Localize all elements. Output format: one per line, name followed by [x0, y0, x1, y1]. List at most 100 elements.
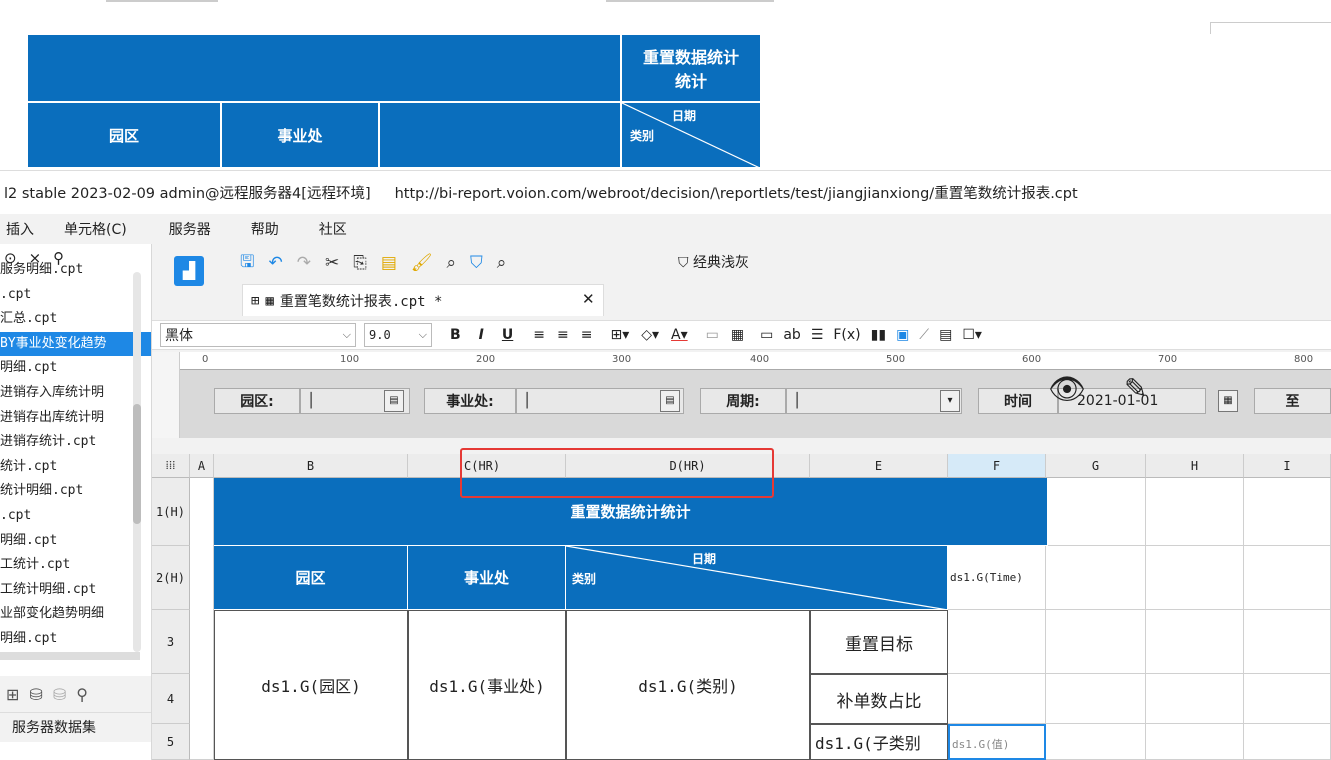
file-item[interactable]: 业部变化趋势明细 — [0, 602, 151, 627]
align-right-icon[interactable]: ≡ — [581, 327, 593, 343]
grid-cell[interactable] — [948, 674, 1046, 724]
menu-help[interactable]: 帮助 — [251, 219, 279, 239]
file-item[interactable]: .cpt — [0, 504, 151, 529]
row-header-4[interactable]: 4 — [152, 674, 190, 724]
paste-icon[interactable]: ▤ — [381, 253, 397, 273]
cell-ds-value[interactable]: ds1.G(值) — [948, 724, 1046, 760]
filter-icon[interactable]: ⛉ — [470, 253, 483, 273]
cell-target[interactable]: 重置目标 — [810, 610, 948, 674]
edit-pencil-icon[interactable]: ✎ — [1124, 372, 1147, 405]
merge-icon[interactable]: ▭ — [706, 327, 719, 343]
file-list-scroll-thumb[interactable] — [133, 404, 141, 524]
cell-ratio[interactable]: 补单数占比 — [810, 674, 948, 724]
cell-time[interactable]: ds1.G(Time) — [948, 546, 1046, 610]
grid-cell[interactable] — [1146, 478, 1244, 546]
file-item[interactable]: 明细.cpt — [0, 627, 151, 652]
chart-logo-icon[interactable]: ▟ — [174, 256, 204, 286]
column-header-e[interactable]: E — [810, 454, 948, 478]
slash-icon[interactable]: ⟋ — [919, 327, 929, 343]
tree-select-icon[interactable]: ▤ — [384, 390, 404, 412]
redo-icon[interactable]: ↷ — [297, 253, 311, 273]
grid-corner[interactable]: ⁞⁞⁞ — [152, 454, 190, 478]
dataset-search-icon[interactable]: ⚲ — [76, 685, 88, 704]
menu-cell[interactable]: 单元格(C) — [64, 219, 127, 239]
menu-server[interactable]: 服务器 — [169, 219, 211, 239]
row-header-5[interactable]: 5 — [152, 724, 190, 760]
align-center-icon[interactable]: ≡ — [557, 327, 569, 343]
grid-cell[interactable] — [1046, 546, 1146, 610]
column-a-cells[interactable] — [190, 478, 214, 760]
file-item[interactable]: 明细.cpt — [0, 356, 151, 381]
font-family-select[interactable]: 黑体 ⌵ — [160, 323, 356, 347]
frame-icon[interactable]: ☐▾ — [962, 327, 982, 343]
cell-park-header[interactable]: 园区 — [214, 546, 408, 610]
template-tab[interactable]: ⊞ ▦ 重置笔数统计报表.cpt * — [242, 284, 604, 316]
subreport-icon[interactable]: ▤ — [939, 327, 952, 343]
file-item[interactable]: 统计明细.cpt — [0, 479, 151, 504]
server-dataset-tab[interactable]: 服务器数据集 — [0, 712, 151, 742]
grid-cell[interactable] — [1146, 724, 1244, 760]
preview-scroll-arrow[interactable] — [1210, 22, 1331, 34]
row-header-2[interactable]: 2(H) — [152, 546, 190, 610]
row-header-3[interactable]: 3 — [152, 610, 190, 674]
border-icon[interactable]: ⊞▾ — [610, 327, 629, 343]
file-item[interactable]: 进销存入库统计明 — [0, 381, 151, 406]
table-grid-icon[interactable]: ▦ — [731, 327, 744, 343]
grid-cell[interactable] — [1146, 610, 1244, 674]
grid-cell[interactable] — [1146, 546, 1244, 610]
grid-cell[interactable] — [1244, 478, 1331, 546]
menu-community[interactable]: 社区 — [319, 219, 347, 239]
bold-button[interactable]: B — [450, 327, 461, 343]
file-item[interactable]: .cpt — [0, 283, 151, 308]
preview-icon[interactable]: ⌕ — [447, 253, 457, 273]
grid-cell[interactable] — [1244, 674, 1331, 724]
column-header-a[interactable]: A — [190, 454, 214, 478]
grid-cell[interactable] — [1244, 724, 1331, 760]
fill-color-icon[interactable]: ◇▾ — [641, 327, 659, 343]
grid-cell[interactable] — [1046, 674, 1146, 724]
font-color-icon[interactable]: A▾ — [671, 327, 688, 343]
column-header-g[interactable]: G — [1046, 454, 1146, 478]
column-header-i[interactable]: I — [1244, 454, 1331, 478]
list-icon[interactable]: ☰ — [811, 327, 824, 343]
format-painter-icon[interactable]: 🖌 — [411, 253, 433, 273]
cell-ds-division[interactable]: ds1.G(事业处) — [408, 610, 566, 760]
grid-cell[interactable] — [1244, 610, 1331, 674]
inspect-icon[interactable]: ⌕ — [497, 253, 507, 273]
file-list-hscrollbar[interactable] — [0, 652, 140, 660]
cell-ds-subcategory[interactable]: ds1.G(子类别 — [810, 724, 948, 760]
cell-ds-park[interactable]: ds1.G(园区) — [214, 610, 408, 760]
database-icon[interactable]: ⛁ — [29, 685, 42, 704]
cell-division-header[interactable]: 事业处 — [408, 546, 566, 610]
file-item[interactable]: 进销存统计.cpt — [0, 430, 151, 455]
calendar-icon[interactable]: ▦ — [1218, 390, 1238, 412]
file-item[interactable]: 工统计.cpt — [0, 553, 151, 578]
dataset-add-icon[interactable]: ⊞ — [6, 685, 19, 704]
chart-icon[interactable]: ▮▮ — [871, 327, 886, 343]
file-item[interactable]: 统计.cpt — [0, 455, 151, 480]
image-icon[interactable]: ▣ — [896, 327, 909, 343]
grid-cell[interactable] — [1046, 478, 1146, 546]
text-ab-icon[interactable]: ab — [783, 327, 800, 343]
cell-slash-header[interactable]: 日期 类别 — [566, 546, 948, 610]
italic-button[interactable]: I — [479, 327, 484, 343]
row-header-1[interactable]: 1(H) — [152, 478, 190, 546]
grid-cell[interactable] — [1046, 724, 1146, 760]
menu-insert[interactable]: 插入 — [6, 219, 34, 239]
cut-icon[interactable]: ✂ — [325, 253, 339, 273]
column-header-f[interactable]: F — [948, 454, 1046, 478]
column-header-h[interactable]: H — [1146, 454, 1244, 478]
file-item[interactable]: 进销存出库统计明 — [0, 406, 151, 431]
grid-cell[interactable] — [1146, 674, 1244, 724]
tree-select-icon[interactable]: ▤ — [660, 390, 680, 412]
grid-cell[interactable] — [1046, 610, 1146, 674]
database-remove-icon[interactable]: ⛁ — [53, 685, 66, 704]
copy-icon[interactable]: ⎘ — [353, 253, 367, 273]
grid-cell[interactable] — [948, 610, 1046, 674]
file-item[interactable]: 明细.cpt — [0, 529, 151, 554]
undo-icon[interactable]: ↶ — [268, 253, 282, 273]
align-left-icon[interactable]: ≡ — [533, 327, 545, 343]
tab-close-icon[interactable]: ✕ — [582, 290, 595, 308]
underline-button[interactable]: U — [502, 327, 513, 343]
param-period-input[interactable]: │ — [786, 388, 962, 414]
